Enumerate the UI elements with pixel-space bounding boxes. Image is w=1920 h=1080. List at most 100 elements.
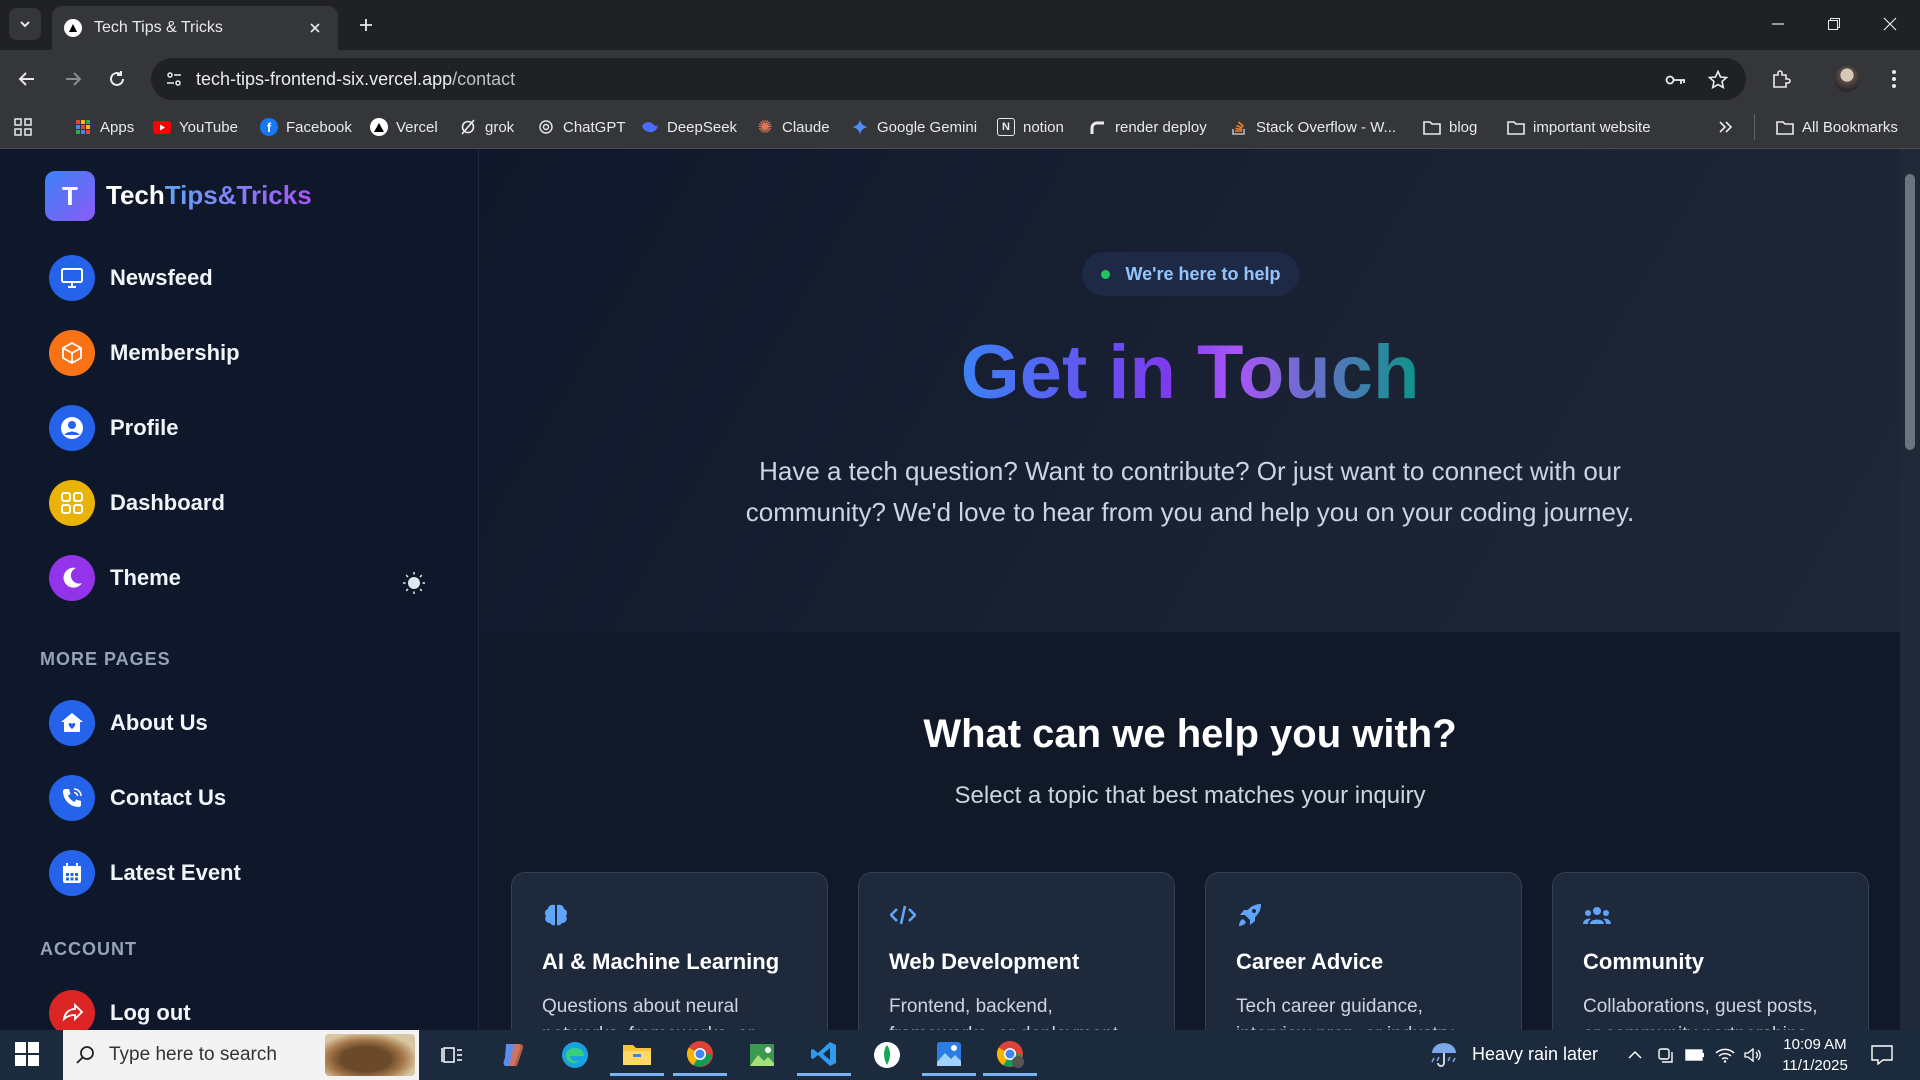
more-bookmarks-chevron-icon[interactable] (1718, 114, 1734, 140)
bookmark-apps[interactable]: Apps (74, 114, 134, 140)
chrome-menu-button[interactable] (1877, 62, 1911, 96)
more-vert-icon (1892, 70, 1896, 88)
bookmark-star-icon[interactable] (1706, 68, 1730, 92)
all-bookmarks-folder[interactable]: All Bookmarks (1776, 114, 1898, 140)
taskbar-clock[interactable]: 10:09 AM 11/1/2025 (1770, 1034, 1860, 1076)
logo-text[interactable]: TechTips&Tricks (106, 180, 312, 211)
battery-icon[interactable] (1682, 1034, 1708, 1076)
chrome-profile-taskbar-icon[interactable] (983, 1034, 1037, 1076)
users-icon (1583, 901, 1611, 929)
topic-card-title: Web Development (889, 949, 1080, 974)
profile-avatar-button[interactable] (1830, 62, 1864, 96)
bookmark-grok[interactable]: grok (459, 114, 514, 140)
minimize-window-button[interactable] (1750, 0, 1806, 48)
weather-text[interactable]: Heavy rain later (1472, 1044, 1598, 1065)
page-title-text: Get in Touch (960, 330, 1420, 415)
topic-card-web[interactable]: Web Development Frontend, backend, frame… (858, 872, 1175, 1030)
windows-start-icon[interactable] (14, 1041, 42, 1069)
topic-card-desc: Questions about neural networks, framewo… (542, 996, 754, 1030)
file-explorer-icon[interactable] (610, 1034, 664, 1076)
bookmark-label: DeepSeek (667, 118, 738, 136)
bookmark-notion[interactable]: Nnotion (997, 114, 1064, 140)
bookmark-claude[interactable]: ✺ Claude (756, 114, 829, 140)
forward-button[interactable] (56, 62, 90, 96)
sidebar-item-label: Latest Event (110, 860, 241, 885)
clock-date: 11/1/2025 (1782, 1057, 1848, 1074)
close-window-button[interactable] (1862, 0, 1918, 48)
image-app-icon[interactable] (735, 1034, 789, 1076)
topic-card-community[interactable]: Community Collaborations, guest posts, o… (1552, 872, 1869, 1030)
bookmark-folder-important-website[interactable]: important website (1507, 114, 1651, 140)
bookmark-chatgpt[interactable]: ChatGPT (537, 114, 626, 140)
weather-rain-icon[interactable] (1422, 1034, 1466, 1076)
folder-icon (1776, 118, 1794, 136)
sidebar-item-profile[interactable]: Profile (49, 405, 429, 451)
taskbar-search-input[interactable]: Type here to search (63, 1030, 419, 1080)
main-content: We're here to help Get in Touch Have a t… (480, 149, 1900, 1030)
sidebar-item-membership[interactable]: Membership (49, 330, 429, 376)
extensions-button[interactable] (1764, 62, 1798, 96)
topic-card-ai[interactable]: AI & Machine Learning Questions about ne… (511, 872, 828, 1030)
new-tab-button[interactable] (350, 10, 382, 40)
volume-icon[interactable] (1740, 1034, 1766, 1076)
help-badge-text: We're here to help (1125, 263, 1281, 284)
browser-tab-active[interactable]: Tech Tips & Tricks (52, 6, 338, 50)
bookmark-label: Apps (100, 118, 135, 136)
meet-now-icon[interactable] (1652, 1034, 1678, 1076)
bookmark-google-gemini[interactable]: Google Gemini (851, 114, 977, 140)
bookmark-label: Stack Overflow - W... (1256, 118, 1397, 136)
sidebar-item-about-us[interactable]: About Us (49, 700, 429, 746)
sidebar-item-latest-event[interactable]: Latest Event (49, 850, 429, 896)
tray-chevron-up-icon[interactable] (1620, 1034, 1650, 1076)
edge-browser-icon[interactable] (548, 1034, 602, 1076)
bookmark-stack-overflow[interactable]: Stack Overflow - W... (1230, 114, 1396, 140)
claude-icon: ✺ (757, 116, 773, 137)
close-tab-icon[interactable] (304, 17, 326, 39)
restore-window-button[interactable] (1806, 0, 1862, 48)
back-button[interactable] (10, 62, 44, 96)
sidebar-item-theme[interactable]: Theme (49, 555, 429, 601)
logo-icon[interactable]: T (45, 171, 95, 221)
sidebar-item-contact-us[interactable]: Contact Us (49, 775, 429, 821)
bookmark-folder-blog[interactable]: blog (1423, 114, 1477, 140)
render-icon (1089, 118, 1107, 136)
scrollbar-thumb[interactable] (1905, 174, 1915, 450)
calendar-icon (49, 850, 95, 896)
topic-card-career[interactable]: Career Advice Tech career guidance, inte… (1205, 872, 1522, 1030)
site-info-icon[interactable] (163, 68, 185, 90)
vscode-icon[interactable] (797, 1034, 851, 1076)
dashboard-grid-icon (49, 480, 95, 526)
bookmark-youtube[interactable]: YouTube (153, 114, 238, 140)
sidebar-item-newsfeed[interactable]: Newsfeed (49, 255, 429, 301)
topic-card-title: AI & Machine Learning (542, 949, 780, 974)
photos-app-icon[interactable] (922, 1034, 976, 1076)
help-badge: We're here to help (1082, 252, 1299, 296)
help-section-title: What can we help you with? (923, 712, 1457, 756)
notification-center-icon[interactable] (1862, 1034, 1902, 1076)
chrome-taskbar-icon[interactable] (673, 1034, 727, 1076)
mongodb-compass-icon[interactable] (860, 1034, 914, 1076)
help-section-subtitle: Select a topic that best matches your in… (954, 782, 1426, 809)
address-bar[interactable]: tech-tips-frontend-six.vercel.app/contac… (151, 58, 1746, 100)
bookmark-render-deploy[interactable]: render deploy (1089, 114, 1207, 140)
bookmark-facebook[interactable]: f Facebook (260, 114, 352, 140)
sidebar-item-dashboard[interactable]: Dashboard (49, 480, 429, 526)
sun-toggle-icon[interactable] (400, 569, 428, 597)
password-key-icon[interactable] (1664, 68, 1688, 92)
bookmark-deepseek[interactable]: DeepSeek (641, 114, 737, 140)
section-heading-account: ACCOUNT (40, 939, 137, 959)
logout-button[interactable]: Log out (49, 990, 429, 1030)
reload-button[interactable] (100, 62, 134, 96)
site-favicon-icon (64, 19, 82, 37)
tab-search-button[interactable] (9, 8, 41, 40)
wifi-icon[interactable] (1712, 1034, 1738, 1076)
bookmark-label: grok (485, 118, 515, 136)
url-path: /contact (452, 69, 516, 89)
youtube-icon (153, 118, 171, 136)
apps-launcher-icon[interactable] (14, 114, 32, 140)
task-view-icon[interactable] (425, 1034, 479, 1076)
copilot-icon[interactable] (485, 1034, 539, 1076)
bookmark-label: Vercel (396, 118, 438, 136)
bookmark-vercel[interactable]: Vercel (370, 114, 438, 140)
url-text: tech-tips-frontend-six.vercel.app/contac… (196, 69, 515, 90)
